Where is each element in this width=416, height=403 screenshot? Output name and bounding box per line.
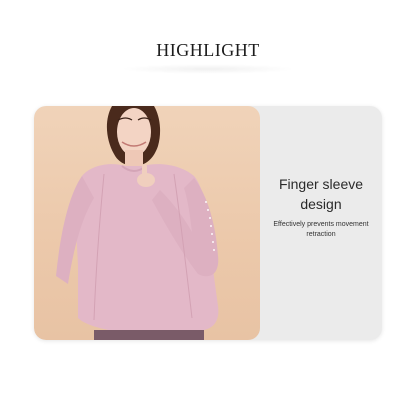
- feature-title: Finger sleeve design: [260, 174, 382, 214]
- feature-desc-line1: Effectively prevents movement: [273, 221, 369, 228]
- feature-description: Effectively prevents movement retraction: [260, 220, 382, 240]
- feature-title-line1: Finger sleeve: [278, 176, 364, 192]
- feature-title-line2: design: [300, 196, 342, 212]
- feature-desc-line2: retraction: [306, 231, 336, 238]
- product-photo: [34, 106, 260, 340]
- feature-text: Finger sleeve design Effectively prevent…: [260, 106, 382, 340]
- title-divider: [120, 64, 296, 74]
- feature-card: Finger sleeve design Effectively prevent…: [34, 106, 382, 340]
- model-wearing-shirt-image: [56, 106, 219, 340]
- page-title: HIGHLIGHT: [156, 40, 260, 60]
